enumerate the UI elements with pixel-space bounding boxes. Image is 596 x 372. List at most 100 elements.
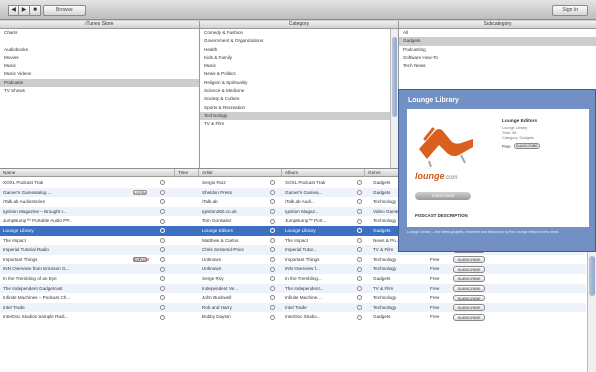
- info-icon[interactable]: [357, 295, 362, 301]
- browser-item[interactable]: Podcasts: [0, 78, 199, 88]
- browser-item[interactable]: All: [399, 29, 596, 37]
- category-scrollbar[interactable]: [390, 29, 398, 168]
- info-icon[interactable]: [160, 314, 165, 320]
- browser-item[interactable]: Health: [200, 46, 398, 54]
- podcast-name-cell: Important Things: [3, 256, 38, 262]
- info-icon[interactable]: [357, 199, 362, 205]
- subscribe-button[interactable]: SUBSCRIBE: [453, 304, 485, 311]
- column-header[interactable]: iTunes Store: [0, 21, 199, 29]
- table-row[interactable]: Intel Trade Rob and Harry Intel Trade Techn…: [0, 302, 586, 313]
- podcast-artwork[interactable]: [415, 115, 477, 177]
- info-icon[interactable]: [160, 180, 165, 186]
- browser-item[interactable]: Charts: [0, 29, 199, 37]
- browser-item[interactable]: Society & Culture: [200, 95, 398, 103]
- info-icon[interactable]: [357, 218, 362, 224]
- podcast-name-cell: Imperial Tutorial Radio: [3, 247, 49, 253]
- subscribe-button[interactable]: SUBSCRIBE: [453, 256, 485, 263]
- browser-item[interactable]: News & Politics: [200, 70, 398, 78]
- info-icon[interactable]: [270, 266, 275, 272]
- browser-item[interactable]: Music: [200, 62, 398, 70]
- column-header[interactable]: Subcategory: [399, 21, 596, 29]
- info-icon[interactable]: [160, 266, 165, 272]
- info-icon[interactable]: [357, 276, 362, 282]
- browser-item[interactable]: Software How-To: [399, 54, 596, 62]
- info-icon[interactable]: [160, 276, 165, 282]
- badge-button[interactable]: LOGIN: [133, 189, 147, 196]
- info-icon[interactable]: [270, 285, 275, 291]
- price-cell: Free: [430, 314, 440, 320]
- name-column-header[interactable]: Name: [0, 169, 175, 177]
- info-icon[interactable]: [357, 305, 362, 311]
- info-icon[interactable]: [270, 218, 275, 224]
- scroll-thumb[interactable]: [392, 37, 397, 117]
- info-icon[interactable]: [357, 180, 362, 186]
- subscribe-button[interactable]: SUBSCRIBE: [415, 192, 471, 200]
- browser-item[interactable]: Audiobooks: [0, 46, 199, 54]
- artist-cell: John Buckwell: [202, 295, 232, 301]
- info-icon[interactable]: [160, 228, 165, 234]
- browser-item[interactable]: Religion & Spirituality: [200, 79, 398, 87]
- back-button[interactable]: ◀: [8, 5, 19, 16]
- info-icon[interactable]: [357, 228, 362, 234]
- scroll-thumb[interactable]: [589, 256, 595, 296]
- browser-item[interactable]: Tech News: [399, 62, 596, 70]
- info-icon[interactable]: [357, 247, 362, 253]
- info-icon[interactable]: [160, 295, 165, 301]
- info-icon[interactable]: [357, 189, 362, 195]
- artist-column-header[interactable]: Artist: [199, 169, 282, 177]
- browser-item[interactable]: Technology: [200, 111, 398, 121]
- table-row[interactable]: Important Things EXPLICIT Unknown Important…: [0, 255, 586, 265]
- breadcrumb[interactable]: Browse: [43, 5, 86, 16]
- browser-item[interactable]: Gadgets: [399, 37, 596, 46]
- subscribe-button[interactable]: SUBSCRIBE: [453, 275, 485, 283]
- forward-button[interactable]: ▶: [19, 5, 30, 16]
- info-icon[interactable]: [160, 189, 165, 195]
- info-icon[interactable]: [357, 266, 362, 272]
- browser-item[interactable]: Movies: [0, 54, 199, 62]
- info-icon[interactable]: [160, 218, 165, 224]
- column-header[interactable]: Category: [200, 21, 398, 29]
- subscribe-button[interactable]: SUBSCRIBE: [453, 313, 485, 321]
- info-icon[interactable]: [160, 257, 165, 263]
- info-icon[interactable]: [357, 209, 362, 215]
- sign-in-button[interactable]: Sign In: [552, 5, 588, 16]
- home-button[interactable]: ■: [30, 5, 41, 16]
- table-row[interactable]: The Independent Gadgetcast Independent Ve…: [0, 283, 586, 294]
- info-icon[interactable]: [357, 285, 362, 291]
- info-icon[interactable]: [357, 314, 362, 320]
- badge-button[interactable]: EXPLICIT: [133, 256, 150, 263]
- info-icon[interactable]: [270, 314, 275, 320]
- browser-item[interactable]: [0, 37, 199, 45]
- info-icon[interactable]: [160, 305, 165, 311]
- browser-item[interactable]: Music: [0, 62, 199, 70]
- table-row[interactable]: InterDoc Studios Sample Radi... Bobby Day…: [0, 312, 586, 322]
- table-row[interactable]: Infinite Machines – Podcast Ch... John Bu…: [0, 293, 586, 303]
- time-column-header[interactable]: Time: [175, 169, 199, 177]
- browser-item[interactable]: Comedy & Fashion: [200, 29, 398, 37]
- browser-item[interactable]: Sports & Recreation: [200, 104, 398, 112]
- info-icon[interactable]: [270, 189, 275, 195]
- browser-item[interactable]: Kids & Family: [200, 54, 398, 62]
- subscribe-button[interactable]: SUBSCRIBE: [453, 284, 485, 292]
- subscribe-button[interactable]: SUBSCRIBE: [453, 294, 485, 302]
- table-row[interactable]: INN Overview from Ericsson G... Unknown IN…: [0, 264, 586, 274]
- subscribe-button[interactable]: SUBSCRIBE: [453, 265, 485, 273]
- info-icon[interactable]: [160, 199, 165, 205]
- info-icon[interactable]: [160, 237, 165, 243]
- browser-item[interactable]: TV & Film: [200, 120, 398, 128]
- browser-item[interactable]: Government & Organizations: [200, 37, 398, 45]
- info-icon[interactable]: [160, 209, 165, 215]
- info-icon[interactable]: [270, 237, 275, 243]
- panel-price-button[interactable]: SUBSCRIBE: [514, 143, 540, 149]
- table-row[interactable]: In the Trembling of an Eye Serge Roy In th…: [0, 274, 586, 284]
- album-cell: Ignition Magaz...: [285, 208, 319, 214]
- info-icon[interactable]: [357, 237, 362, 243]
- info-icon[interactable]: [160, 247, 165, 253]
- browser-item[interactable]: Music Videos: [0, 70, 199, 78]
- browser-item[interactable]: Podcasting: [399, 46, 596, 54]
- info-icon[interactable]: [160, 285, 165, 291]
- browser-item[interactable]: Science & Medicine: [200, 87, 398, 95]
- album-column-header[interactable]: Album: [282, 169, 365, 177]
- info-icon[interactable]: [357, 257, 362, 263]
- browser-item[interactable]: TV Shows: [0, 87, 199, 95]
